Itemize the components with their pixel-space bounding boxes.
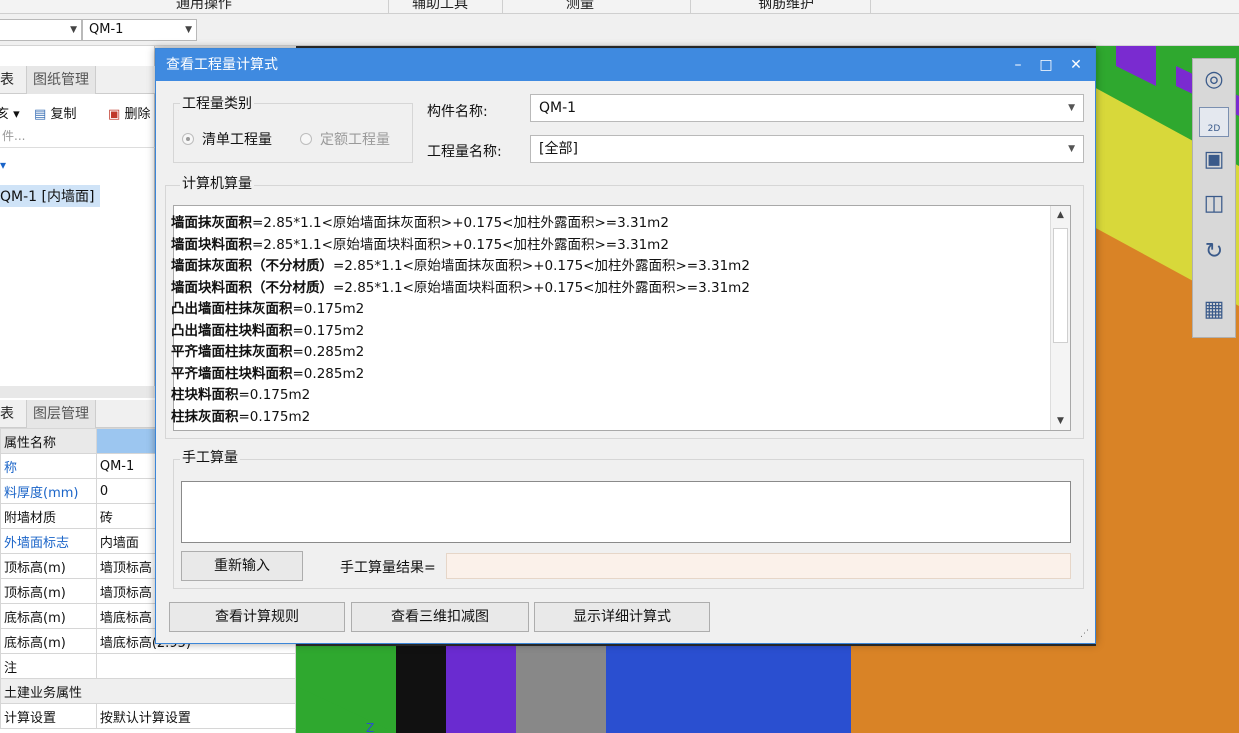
radio-dot-icon: [182, 133, 194, 145]
axis-label: Z: [366, 721, 374, 733]
ribbon-tab-measure[interactable]: 测量: [566, 0, 594, 13]
manual-calc-input[interactable]: [181, 481, 1071, 543]
calc-line: 平齐墙面柱抹灰面积=0.285m2: [171, 344, 365, 360]
prop-name: 外墙面标志: [0, 528, 97, 554]
calc-line: 平齐墙面柱块料面积=0.285m2: [171, 365, 365, 382]
prop-value[interactable]: [95, 653, 297, 679]
show-detail-formula-button[interactable]: 显示详细计算式: [534, 602, 710, 632]
tab-props[interactable]: 表: [0, 400, 20, 428]
manual-calc-legend: 手工算量: [180, 447, 240, 467]
dialog-title: 查看工程量计算式: [166, 57, 278, 73]
ribbon-separator: [388, 0, 389, 13]
calc-scrollbar[interactable]: ▲ ▼: [1050, 206, 1070, 430]
component-name-label: 构件名称:: [427, 104, 488, 120]
ribbon-tab-rebar[interactable]: 钢筋维护: [758, 0, 814, 13]
radio-dot-icon: [300, 133, 312, 145]
dialog-title-bar[interactable]: 查看工程量计算式: [156, 49, 1095, 81]
tab-drawing-manage[interactable]: 图纸管理: [26, 66, 96, 94]
rotate-icon[interactable]: ↻: [1199, 237, 1229, 267]
selector-bar: ▼ QM-1 ▼: [0, 14, 1239, 46]
scroll-thumb[interactable]: [1053, 228, 1068, 343]
chevron-down-icon: ▼: [1068, 144, 1075, 154]
chevron-down-icon: ▼: [70, 25, 77, 35]
calc-line: 墙面块料面积=2.85*1.1<原始墙面块料面积>+0.175<加柱外露面积>=…: [171, 236, 669, 253]
scroll-up-icon[interactable]: ▲: [1051, 206, 1070, 224]
calc-line: 墙面抹灰面积=2.85*1.1<原始墙面抹灰面积>+0.175<加柱外露面积>=…: [171, 215, 669, 231]
ribbon-tab-general[interactable]: 通用操作: [176, 0, 232, 13]
prop-name: 料厚度(mm): [0, 478, 97, 504]
prop-name: 附墙材质: [0, 503, 97, 529]
reenter-button[interactable]: 重新输入: [181, 551, 303, 581]
tab-layer-manage[interactable]: 图层管理: [26, 400, 96, 428]
prop-name: 注: [0, 653, 97, 679]
calc-line: 凸出墙面柱抹灰面积=0.175m2: [171, 301, 365, 317]
qty-name-label: 工程量名称:: [427, 144, 502, 160]
orbit-icon[interactable]: ◎: [1199, 65, 1229, 95]
radio-quota-qty[interactable]: 定额工程量: [300, 129, 390, 149]
ribbon-separator: [870, 0, 871, 13]
tree-node-arrow[interactable]: ▾: [0, 158, 6, 172]
prop-group-header[interactable]: 土建业务属性: [0, 678, 296, 704]
prop-name: 顶标高(m): [0, 578, 97, 604]
delete-icon: ▣: [108, 107, 121, 122]
prop-name: 计算设置: [0, 703, 97, 729]
calc-line: 柱块料面积=0.175m2: [171, 387, 311, 403]
prop-header-name: 属性名称: [0, 428, 97, 454]
view-calc-rules-button[interactable]: 查看计算规则: [169, 602, 345, 632]
view-toolbar: ◎ 2D ▣ ◫ ↻ ▦: [1192, 58, 1236, 338]
prop-name: 顶标高(m): [0, 553, 97, 579]
component-name-select[interactable]: QM-1 ▼: [530, 94, 1084, 122]
ribbon-separator: [502, 0, 503, 13]
ribbon-bar: 通用操作 辅助工具 测量 钢筋维护: [0, 0, 1239, 14]
tab-list[interactable]: 表: [0, 66, 20, 94]
close-button[interactable]: ✕: [1064, 49, 1088, 81]
left-top-tabs: 表 图纸管理: [0, 66, 155, 94]
calc-line: 柱抹灰面积=0.175m2: [171, 408, 311, 425]
component-toolbar: 亥 ▾ ▤ 复制 ▣ 删除: [0, 100, 155, 124]
ribbon-tab-aux-tools[interactable]: 辅助工具: [412, 0, 468, 13]
prop-name: 底标高(m): [0, 603, 97, 629]
cube-view-icon[interactable]: ▣: [1199, 145, 1229, 175]
delete-button[interactable]: ▣ 删除: [108, 103, 150, 122]
minimize-button[interactable]: –: [1006, 49, 1030, 81]
calc-lines: 墙面抹灰面积=2.85*1.1<原始墙面抹灰面积>+0.175<加柱外露面积>=…: [171, 213, 1036, 428]
floor-select[interactable]: ▼: [0, 19, 82, 41]
box-view-icon[interactable]: ◫: [1199, 189, 1229, 219]
prop-name: 底标高(m): [0, 628, 97, 654]
tree-item-qm1[interactable]: QM-1 [内墙面]: [0, 185, 101, 207]
manual-result-label: 手工算量结果=: [340, 560, 436, 576]
scroll-down-icon[interactable]: ▼: [1051, 412, 1070, 430]
calc-formula-dialog: 查看工程量计算式 – □ ✕ 工程量类别 清单工程量 定额工程量 构件名称: Q…: [155, 48, 1096, 644]
qty-name-select[interactable]: [全部] ▼: [530, 135, 1084, 163]
computer-calc-legend: 计算机算量: [180, 173, 254, 193]
calc-line: 墙面抹灰面积（不分材质）=2.85*1.1<原始墙面抹灰面积>+0.175<加柱…: [171, 258, 750, 274]
ribbon-separator: [690, 0, 691, 13]
component-select[interactable]: QM-1 ▼: [82, 19, 197, 41]
grid-settings-icon[interactable]: ▦: [1199, 295, 1229, 325]
resize-grip-icon[interactable]: ⋰: [1080, 629, 1089, 639]
maximize-button[interactable]: □: [1034, 49, 1058, 81]
view-3d-deduction-button[interactable]: 查看三维扣减图: [351, 602, 529, 632]
new-dropdown[interactable]: 亥 ▾: [0, 103, 20, 122]
chevron-down-icon: ▼: [185, 25, 192, 35]
radio-list-qty[interactable]: 清单工程量: [182, 129, 272, 149]
chevron-down-icon: ▼: [1068, 103, 1075, 113]
manual-result-field[interactable]: [446, 553, 1071, 579]
view-2d-button[interactable]: 2D: [1199, 107, 1229, 137]
prop-name: 称: [0, 453, 97, 479]
component-search-input[interactable]: 件...: [0, 126, 155, 148]
calc-line: 墙面块料面积（不分材质）=2.85*1.1<原始墙面块料面积>+0.175<加柱…: [171, 279, 750, 296]
calc-line: 凸出墙面柱块料面积=0.175m2: [171, 322, 365, 339]
qty-type-legend: 工程量类别: [180, 93, 254, 113]
copy-button[interactable]: ▤ 复制: [34, 103, 76, 122]
prop-value[interactable]: 按默认计算设置: [95, 703, 297, 729]
component-list-panel: 表 图纸管理 亥 ▾ ▤ 复制 ▣ 删除 件... ▾ QM-1 [内墙面]: [0, 46, 155, 386]
copy-icon: ▤: [34, 107, 47, 122]
